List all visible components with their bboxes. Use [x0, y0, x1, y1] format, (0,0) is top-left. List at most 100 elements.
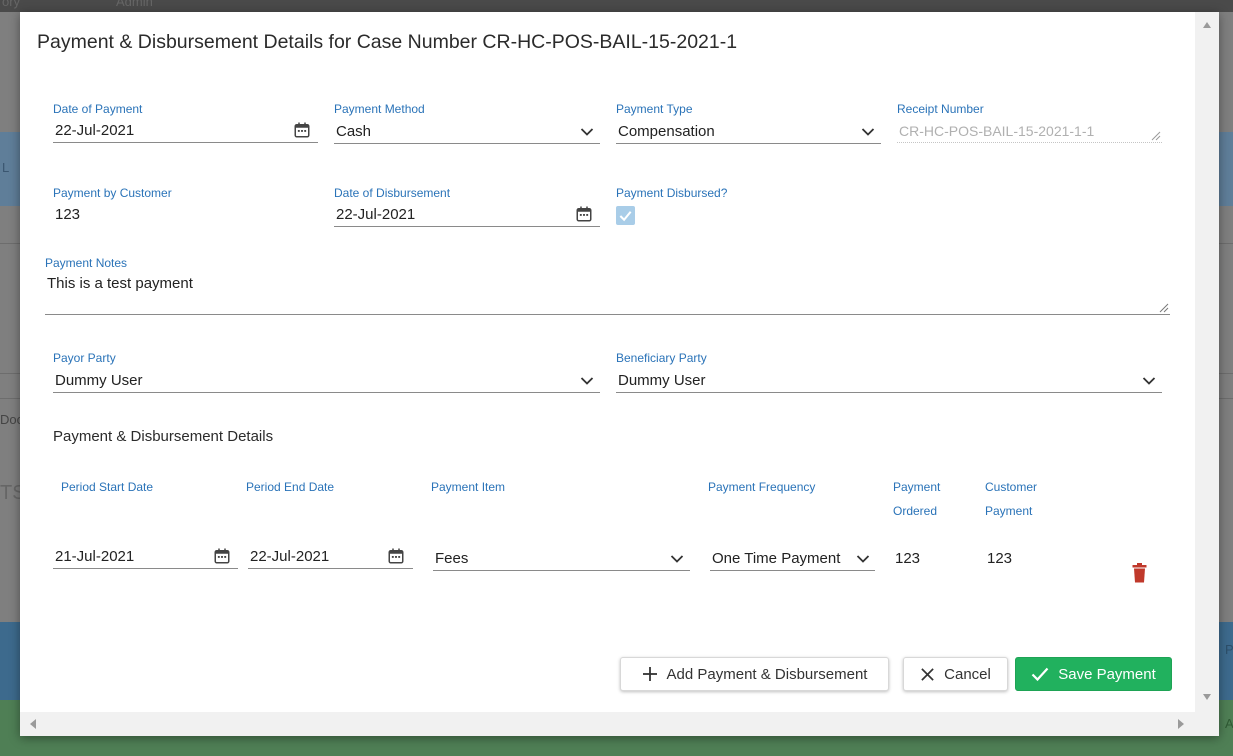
payment-disbursed-field: Payment Disbursed?	[616, 186, 881, 228]
cancel-button-label: Cancel	[944, 665, 991, 683]
calendar-icon[interactable]	[293, 121, 311, 139]
payment-disbursed-checkbox[interactable]	[616, 206, 635, 225]
details-section-title: Payment & Disbursement Details	[53, 428, 274, 445]
beneficiary-party-select[interactable]: Dummy User	[616, 370, 1162, 393]
payment-by-customer-value: 123	[55, 206, 81, 223]
save-payment-button[interactable]: Save Payment	[1015, 657, 1172, 691]
table-row-period-end: 22-Jul-2021	[248, 546, 413, 570]
resize-handle-icon[interactable]	[1149, 129, 1161, 141]
period-start-input[interactable]: 21-Jul-2021	[53, 546, 238, 569]
payment-notes-field: Payment Notes This is a test payment	[45, 256, 1170, 316]
background-text: ory	[2, 0, 21, 9]
payment-notes-label: Payment Notes	[45, 256, 128, 270]
scroll-right-arrow-icon[interactable]	[1178, 719, 1184, 729]
payment-type-value: Compensation	[618, 123, 715, 140]
background-text: Admin	[116, 0, 153, 9]
background-text: L	[2, 160, 10, 175]
save-button-label: Save Payment	[1058, 665, 1156, 683]
receipt-number-label: Receipt Number	[897, 102, 984, 116]
background-text: A	[1225, 716, 1233, 731]
chevron-down-icon	[861, 128, 875, 136]
period-end-input[interactable]: 22-Jul-2021	[248, 546, 413, 569]
receipt-number-value: CR-HC-POS-BAIL-15-2021-1-1	[899, 123, 1095, 139]
date-of-payment-value: 22-Jul-2021	[55, 122, 135, 139]
payment-disbursement-modal: Payment & Disbursement Details for Case …	[20, 12, 1219, 736]
chevron-down-icon	[580, 128, 594, 136]
add-button-label: Add Payment & Disbursement	[666, 665, 868, 683]
payment-method-label: Payment Method	[334, 102, 425, 116]
calendar-icon[interactable]	[575, 205, 593, 223]
column-header-payment-item: Payment Item	[431, 480, 506, 494]
calendar-icon[interactable]	[213, 547, 231, 565]
chevron-down-icon	[1142, 377, 1156, 385]
date-of-disbursement-label: Date of Disbursement	[334, 186, 451, 200]
horizontal-scrollbar[interactable]	[20, 712, 1219, 736]
check-icon	[1031, 667, 1049, 682]
period-end-value: 22-Jul-2021	[250, 548, 330, 565]
payment-type-select[interactable]: Compensation	[616, 121, 881, 144]
chevron-down-icon	[856, 555, 870, 563]
payment-by-customer-label: Payment by Customer	[53, 186, 172, 200]
table-row-period-start: 21-Jul-2021	[53, 546, 238, 570]
column-header-period-end: Period End Date	[246, 480, 335, 494]
receipt-number-input[interactable]: CR-HC-POS-BAIL-15-2021-1-1	[897, 120, 1162, 143]
column-header-line: Customer	[985, 480, 1038, 494]
date-of-payment-label: Date of Payment	[53, 102, 143, 116]
beneficiary-party-field: Beneficiary Party Dummy User	[616, 351, 1162, 393]
payor-party-label: Payor Party	[53, 351, 116, 365]
background-text: P	[1225, 642, 1233, 657]
scroll-up-arrow-icon[interactable]	[1203, 22, 1211, 28]
date-of-payment-input[interactable]: 22-Jul-2021	[53, 120, 318, 143]
payment-by-customer-input[interactable]: 123	[53, 204, 318, 226]
column-header-customer-payment: Customer Payment	[985, 475, 1037, 523]
cancel-button[interactable]: Cancel	[903, 657, 1008, 691]
beneficiary-party-value: Dummy User	[618, 372, 706, 389]
payment-method-value: Cash	[336, 123, 372, 140]
payment-disbursed-label: Payment Disbursed?	[616, 186, 728, 200]
chevron-down-icon	[580, 377, 594, 385]
payment-ordered-value: 123	[895, 550, 921, 567]
date-of-disbursement-field: Date of Disbursement 22-Jul-2021	[334, 186, 600, 228]
date-of-disbursement-input[interactable]: 22-Jul-2021	[334, 204, 600, 227]
date-of-disbursement-value: 22-Jul-2021	[336, 206, 416, 223]
add-payment-disbursement-button[interactable]: Add Payment & Disbursement	[620, 657, 889, 691]
trash-icon[interactable]	[1131, 563, 1148, 583]
payment-method-select[interactable]: Cash	[334, 121, 600, 144]
modal-title: Payment & Disbursement Details for Case …	[37, 31, 738, 53]
payment-by-customer-field: Payment by Customer 123	[53, 186, 318, 228]
payment-notes-textarea[interactable]: This is a test payment	[45, 273, 1170, 315]
payor-party-value: Dummy User	[55, 372, 143, 389]
vertical-scrollbar[interactable]	[1195, 12, 1219, 712]
payor-party-select[interactable]: Dummy User	[53, 370, 600, 393]
column-header-line: Ordered	[893, 504, 938, 518]
resize-handle-icon[interactable]	[1157, 301, 1169, 313]
payment-notes-value: This is a test payment	[47, 275, 193, 292]
payor-party-field: Payor Party Dummy User	[53, 351, 600, 393]
date-of-payment-field: Date of Payment 22-Jul-2021	[53, 102, 318, 144]
customer-payment-value: 123	[987, 550, 1013, 567]
column-header-period-start: Period Start Date	[61, 480, 154, 494]
column-header-payment-frequency: Payment Frequency	[708, 480, 816, 494]
column-header-line: Payment	[893, 480, 941, 494]
calendar-icon[interactable]	[387, 547, 405, 565]
table-row-payment-frequency: One Time Payment	[710, 548, 875, 572]
payment-frequency-value: One Time Payment	[712, 550, 841, 567]
beneficiary-party-label: Beneficiary Party	[616, 351, 707, 365]
payment-method-field: Payment Method Cash	[334, 102, 600, 144]
column-header-line: Payment	[985, 504, 1033, 518]
check-icon	[619, 211, 632, 222]
receipt-number-field: Receipt Number CR-HC-POS-BAIL-15-2021-1-…	[897, 102, 1162, 144]
payment-item-value: Fees	[435, 550, 469, 567]
scroll-down-arrow-icon[interactable]	[1203, 694, 1211, 700]
background-header	[0, 0, 1233, 12]
payment-type-field: Payment Type Compensation	[616, 102, 881, 144]
close-icon	[921, 667, 934, 681]
scroll-left-arrow-icon[interactable]	[30, 719, 36, 729]
chevron-down-icon	[670, 555, 684, 563]
period-start-value: 21-Jul-2021	[55, 548, 135, 565]
payment-item-select[interactable]: Fees	[433, 548, 690, 571]
payment-type-label: Payment Type	[616, 102, 693, 116]
payment-frequency-select[interactable]: One Time Payment	[710, 548, 875, 571]
plus-icon	[642, 667, 657, 681]
table-row-payment-item: Fees	[433, 548, 690, 572]
